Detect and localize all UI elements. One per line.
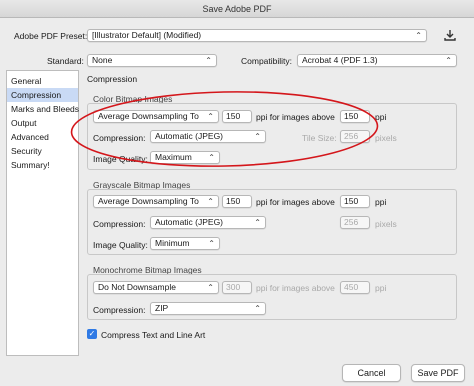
- monochrome-compression-label: Compression:: [93, 305, 146, 315]
- grayscale-tile-unit: pixels: [375, 219, 397, 229]
- standard-select[interactable]: None ⌃: [87, 54, 217, 67]
- monochrome-compression-value: ZIP: [155, 303, 169, 313]
- sidebar-item-general[interactable]: General: [7, 74, 78, 88]
- color-quality-label: Image Quality:: [93, 154, 148, 164]
- color-ppi-label: ppi for images above: [256, 112, 335, 122]
- compress-text-checkbox[interactable]: ✓: [87, 329, 97, 339]
- sidebar-item-summary[interactable]: Summary!: [7, 158, 78, 172]
- monochrome-downsample-select[interactable]: Do Not Downsample ⌃: [93, 281, 219, 294]
- color-tile-input[interactable]: 256: [340, 130, 370, 143]
- color-downsample-select[interactable]: Average Downsampling To ⌃: [93, 110, 219, 123]
- color-compression-select[interactable]: Automatic (JPEG) ⌃: [150, 130, 266, 143]
- section-heading: Compression: [87, 74, 138, 84]
- monochrome-ppi-input[interactable]: 300: [222, 281, 252, 294]
- chevron-updown-icon: ⌃: [208, 239, 215, 248]
- grayscale-quality-value: Minimum: [155, 238, 190, 248]
- chevron-updown-icon: ⌃: [254, 218, 261, 227]
- compatibility-label: Compatibility:: [241, 56, 293, 66]
- grayscale-tile-input[interactable]: 256: [340, 216, 370, 229]
- sidebar-item-security[interactable]: Security: [7, 144, 78, 158]
- compatibility-select[interactable]: Acrobat 4 (PDF 1.3) ⌃: [297, 54, 457, 67]
- color-downsample-value: Average Downsampling To: [98, 111, 199, 121]
- window-titlebar: Save Adobe PDF: [0, 0, 474, 18]
- window-title: Save Adobe PDF: [202, 4, 272, 14]
- save-pdf-button[interactable]: Save PDF: [411, 364, 465, 382]
- sidebar-item-output[interactable]: Output: [7, 116, 78, 130]
- grayscale-ppi-input[interactable]: 150: [222, 195, 252, 208]
- standard-label: Standard:: [47, 56, 84, 66]
- sidebar-item-marks-and-bleeds[interactable]: Marks and Bleeds: [7, 102, 79, 116]
- color-ppi-input[interactable]: 150: [222, 110, 252, 123]
- compress-text-label: Compress Text and Line Art: [101, 330, 206, 340]
- color-quality-select[interactable]: Maximum ⌃: [150, 151, 220, 164]
- sidebar: General Compression Marks and Bleeds Out…: [6, 70, 79, 356]
- preset-value: [Illustrator Default] (Modified): [92, 30, 202, 40]
- standard-value: None: [92, 55, 113, 65]
- color-compression-label: Compression:: [93, 133, 146, 143]
- chevron-updown-icon: ⌃: [205, 56, 212, 65]
- grayscale-above-input[interactable]: 150: [340, 195, 370, 208]
- grayscale-above-unit: ppi: [375, 197, 387, 207]
- monochrome-above-input[interactable]: 450: [340, 281, 370, 294]
- compatibility-value: Acrobat 4 (PDF 1.3): [302, 55, 378, 65]
- grayscale-compression-value: Automatic (JPEG): [155, 217, 224, 227]
- color-quality-value: Maximum: [155, 152, 192, 162]
- chevron-updown-icon: ⌃: [254, 132, 261, 141]
- color-tile-label: Tile Size:: [302, 133, 337, 143]
- color-above-input[interactable]: 150: [340, 110, 370, 123]
- chevron-updown-icon: ⌃: [207, 112, 214, 121]
- monochrome-above-unit: ppi: [375, 283, 387, 293]
- cancel-button[interactable]: Cancel: [342, 364, 401, 382]
- chevron-updown-icon: ⌃: [207, 197, 214, 206]
- color-compression-value: Automatic (JPEG): [155, 131, 224, 141]
- download-icon[interactable]: [443, 28, 457, 42]
- grayscale-compression-label: Compression:: [93, 219, 146, 229]
- sidebar-item-advanced[interactable]: Advanced: [7, 130, 78, 144]
- preset-select[interactable]: [Illustrator Default] (Modified) ⌃: [87, 29, 427, 42]
- sidebar-item-compression[interactable]: Compression: [7, 88, 78, 102]
- monochrome-compression-select[interactable]: ZIP ⌃: [150, 302, 266, 315]
- chevron-updown-icon: ⌃: [445, 56, 452, 65]
- chevron-updown-icon: ⌃: [254, 304, 261, 313]
- monochrome-downsample-value: Do Not Downsample: [98, 282, 176, 292]
- preset-label: Adobe PDF Preset:: [14, 31, 88, 41]
- grayscale-ppi-label: ppi for images above: [256, 197, 335, 207]
- grayscale-quality-select[interactable]: Minimum ⌃: [150, 237, 220, 250]
- color-above-unit: ppi: [375, 112, 387, 122]
- color-tile-unit: pixels: [375, 133, 397, 143]
- grayscale-downsample-value: Average Downsampling To: [98, 196, 199, 206]
- chevron-updown-icon: ⌃: [208, 153, 215, 162]
- chevron-updown-icon: ⌃: [415, 31, 422, 40]
- monochrome-ppi-label: ppi for images above: [256, 283, 335, 293]
- grayscale-quality-label: Image Quality:: [93, 240, 148, 250]
- grayscale-downsample-select[interactable]: Average Downsampling To ⌃: [93, 195, 219, 208]
- chevron-updown-icon: ⌃: [207, 283, 214, 292]
- grayscale-compression-select[interactable]: Automatic (JPEG) ⌃: [150, 216, 266, 229]
